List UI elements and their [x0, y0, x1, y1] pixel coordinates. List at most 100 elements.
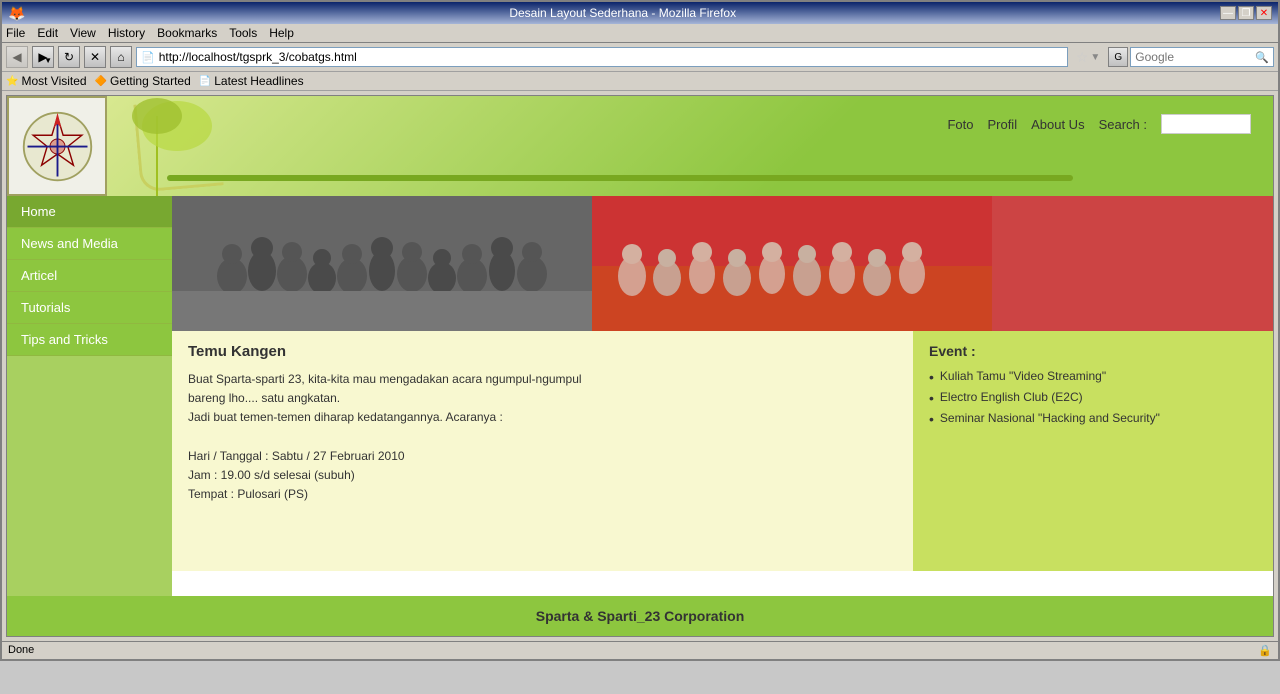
menu-tools[interactable]: Tools [229, 26, 257, 40]
header-tree-decoration [127, 96, 247, 196]
back-button[interactable]: ◀ [6, 46, 28, 68]
sidebar-item-tips[interactable]: Tips and Tricks [7, 324, 172, 356]
sidebar: Home News and Media Articel Tutorials Ti [7, 196, 172, 596]
logo-image [20, 109, 95, 184]
content-photos [172, 196, 1273, 331]
list-item: • Kuliah Tamu "Video Streaming" [929, 369, 1257, 384]
menu-bookmarks[interactable]: Bookmarks [157, 26, 217, 40]
bullet-icon: • [929, 391, 934, 405]
event-title: Event : [929, 343, 1257, 359]
most-visited-icon: ⭐ [6, 76, 18, 87]
search-bar: 🔍 [1130, 47, 1274, 67]
article-line-1: Buat Sparta-sparti 23, kita-kita mau men… [188, 370, 897, 389]
group-photo-svg [172, 196, 592, 331]
navigation-bar: ◀ ▶▼ ↻ ✕ ⌂ 📄 ☆ ▼ G 🔍 [2, 43, 1278, 72]
article-line-6: Jam : 19.00 s/d selesai (subuh) [188, 466, 897, 485]
address-bar: 📄 [136, 47, 1068, 67]
article-line-2: bareng lho.... satu angkatan. [188, 389, 897, 408]
header-stripe [167, 175, 1073, 181]
content-body: Temu Kangen Buat Sparta-sparti 23, kita-… [172, 331, 1273, 571]
menu-history[interactable]: History [108, 26, 145, 40]
nav-foto[interactable]: Foto [947, 117, 973, 132]
list-item: • Electro English Club (E2C) [929, 390, 1257, 405]
stop-button[interactable]: ✕ [84, 46, 106, 68]
bookmark-latest-headlines[interactable]: 📄 Latest Headlines [199, 74, 304, 88]
headlines-label: Latest Headlines [214, 74, 303, 88]
close-button[interactable]: ✕ [1256, 6, 1272, 20]
main-content: Temu Kangen Buat Sparta-sparti 23, kita-… [172, 196, 1273, 596]
list-item: • Seminar Nasional "Hacking and Security… [929, 411, 1257, 426]
menu-bar: File Edit View History Bookmarks Tools H… [2, 24, 1278, 43]
header-nav-area: Foto Profil About Us Search : [935, 108, 1263, 140]
sidebar-nav: Home News and Media Articel Tutorials Ti [7, 196, 172, 356]
website-container: Foto Profil About Us Search : Home [6, 95, 1274, 637]
sidebar-item-news[interactable]: News and Media [7, 228, 172, 260]
event-list: • Kuliah Tamu "Video Streaming" • Electr… [929, 369, 1257, 426]
bookmark-getting-started[interactable]: 🔶 Getting Started [95, 74, 191, 88]
event-area: Event : • Kuliah Tamu "Video Streaming" … [913, 331, 1273, 571]
group-photo [172, 196, 592, 331]
menu-help[interactable]: Help [269, 26, 294, 40]
menu-view[interactable]: View [70, 26, 96, 40]
url-input[interactable] [159, 50, 1063, 64]
page-icon: 📄 [141, 51, 155, 64]
bookmarks-bar: ⭐ Most Visited 🔶 Getting Started 📄 Lates… [2, 72, 1278, 91]
status-text: Done [8, 644, 34, 657]
star-icon[interactable]: ☆ [1076, 49, 1089, 66]
menu-edit[interactable]: Edit [37, 26, 58, 40]
bookmark-most-visited[interactable]: ⭐ Most Visited [6, 74, 87, 88]
event-item-1: Kuliah Tamu "Video Streaming" [940, 369, 1106, 383]
bookmark-dropdown[interactable]: ▼ [1090, 52, 1100, 63]
event-item-2: Electro English Club (E2C) [940, 390, 1083, 404]
bullet-icon: • [929, 412, 934, 426]
site-footer: Sparta & Sparti_23 Corporation [7, 596, 1273, 636]
firefox-icon: 🦊 [8, 5, 25, 22]
article-line-3: Jadi buat temen-temen diharap kedatangan… [188, 408, 897, 427]
sidebar-link-tutorials[interactable]: Tutorials [7, 292, 172, 324]
nav-about-us[interactable]: About Us [1031, 117, 1084, 132]
reload-button[interactable]: ↻ [58, 46, 80, 68]
sidebar-item-tutorials[interactable]: Tutorials [7, 292, 172, 324]
home-button[interactable]: ⌂ [110, 46, 132, 68]
event-item-3: Seminar Nasional "Hacking and Security" [940, 411, 1160, 425]
site-content: Home News and Media Articel Tutorials Ti [7, 196, 1273, 596]
sidebar-item-home[interactable]: Home [7, 196, 172, 228]
getting-started-icon: 🔶 [95, 76, 107, 87]
bookmark-star: ☆ ▼ [1076, 49, 1100, 66]
most-visited-label: Most Visited [21, 74, 86, 88]
article-line-5: Hari / Tanggal : Sabtu / 27 Februari 201… [188, 447, 897, 466]
search-engine-icon[interactable]: G [1108, 47, 1128, 67]
title-bar: 🦊 Desain Layout Sederhana - Mozilla Fire… [2, 2, 1278, 24]
forward-button[interactable]: ▶▼ [32, 46, 54, 68]
sidebar-link-home[interactable]: Home [7, 196, 172, 228]
headlines-icon: 📄 [199, 76, 211, 87]
window-controls: — ❐ ✕ [1220, 6, 1272, 20]
browser-body: Foto Profil About Us Search : Home [2, 91, 1278, 641]
getting-started-label: Getting Started [110, 74, 191, 88]
header-search-input[interactable] [1161, 114, 1251, 134]
minimize-button[interactable]: — [1220, 6, 1236, 20]
sidebar-item-articel[interactable]: Articel [7, 260, 172, 292]
uniform-photo [592, 196, 1273, 331]
article-title: Temu Kangen [188, 343, 897, 360]
search-input[interactable] [1131, 50, 1251, 64]
security-icon: 🔒 [1258, 644, 1272, 657]
site-header: Foto Profil About Us Search : [7, 96, 1273, 196]
browser-window: 🦊 Desain Layout Sederhana - Mozilla Fire… [0, 0, 1280, 661]
search-go-button[interactable]: 🔍 [1251, 51, 1273, 64]
menu-file[interactable]: File [6, 26, 25, 40]
sidebar-link-tips[interactable]: Tips and Tricks [7, 324, 172, 356]
status-bar: Done 🔒 [2, 641, 1278, 659]
sidebar-link-articel[interactable]: Articel [7, 260, 172, 292]
article-line-7: Tempat : Pulosari (PS) [188, 485, 897, 504]
sidebar-link-news[interactable]: News and Media [7, 228, 172, 260]
nav-profil[interactable]: Profil [987, 117, 1017, 132]
article-body: Buat Sparta-sparti 23, kita-kita mau men… [188, 370, 897, 504]
maximize-button[interactable]: ❐ [1238, 6, 1254, 20]
site-logo [7, 96, 107, 196]
uniform-photo-svg [592, 196, 992, 331]
article-area: Temu Kangen Buat Sparta-sparti 23, kita-… [172, 331, 913, 571]
bullet-icon: • [929, 370, 934, 384]
footer-text: Sparta & Sparti_23 Corporation [536, 608, 745, 624]
window-title: Desain Layout Sederhana - Mozilla Firefo… [25, 6, 1220, 20]
